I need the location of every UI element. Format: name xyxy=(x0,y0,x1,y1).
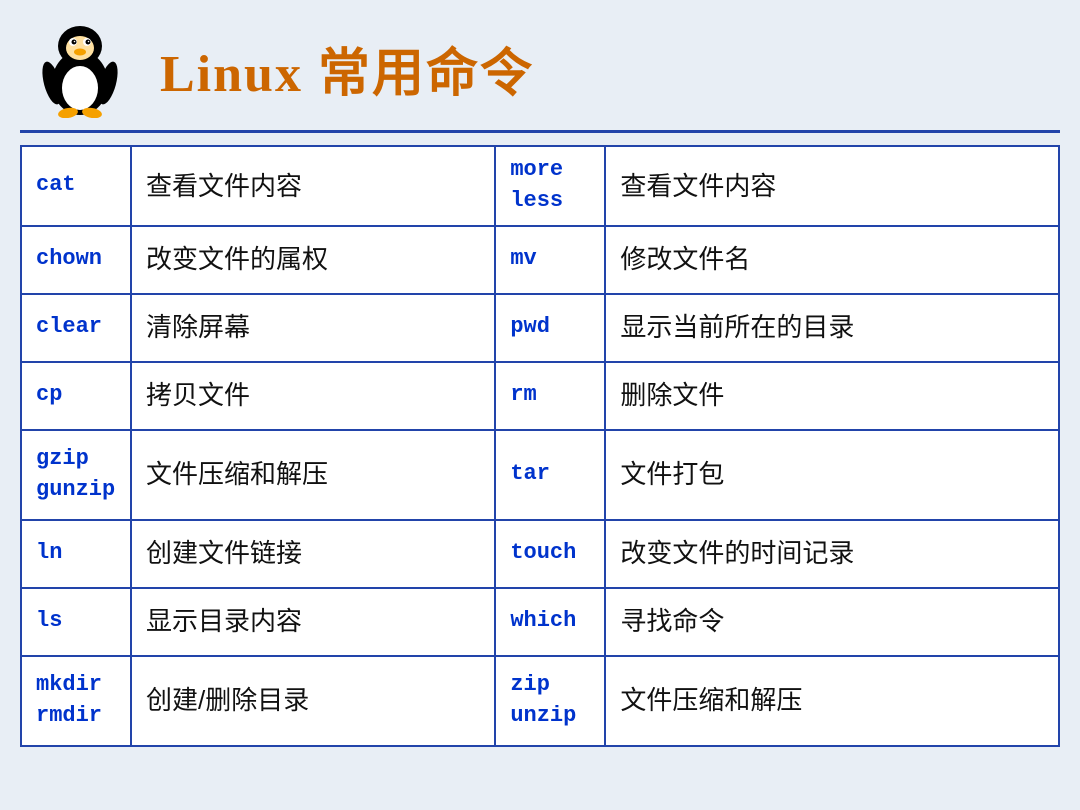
description-cell: 创建文件链接 xyxy=(131,520,495,588)
command-cell: zip unzip xyxy=(495,656,605,746)
description-cell: 查看文件内容 xyxy=(131,146,495,226)
command-cell: ls xyxy=(21,588,131,656)
description-cell: 寻找命令 xyxy=(605,588,1059,656)
description-cell: 修改文件名 xyxy=(605,226,1059,294)
table-row: cp拷贝文件rm删除文件 xyxy=(21,362,1059,430)
description-cell: 改变文件的时间记录 xyxy=(605,520,1059,588)
command-cell: more less xyxy=(495,146,605,226)
command-cell: which xyxy=(495,588,605,656)
command-cell: clear xyxy=(21,294,131,362)
command-cell: cat xyxy=(21,146,131,226)
command-cell: mv xyxy=(495,226,605,294)
command-cell: chown xyxy=(21,226,131,294)
description-cell: 拷贝文件 xyxy=(131,362,495,430)
command-cell: rm xyxy=(495,362,605,430)
command-cell: touch xyxy=(495,520,605,588)
table-row: ls显示目录内容which寻找命令 xyxy=(21,588,1059,656)
description-cell: 改变文件的属权 xyxy=(131,226,495,294)
page-title: Linux 常用命令 xyxy=(160,31,534,106)
commands-table: cat查看文件内容more less查看文件内容chown改变文件的属权mv修改… xyxy=(20,145,1060,747)
description-cell: 显示目录内容 xyxy=(131,588,495,656)
table-row: ln创建文件链接touch改变文件的时间记录 xyxy=(21,520,1059,588)
description-cell: 删除文件 xyxy=(605,362,1059,430)
command-cell: mkdir rmdir xyxy=(21,656,131,746)
command-cell: cp xyxy=(21,362,131,430)
description-cell: 文件压缩和解压 xyxy=(605,656,1059,746)
tux-logo xyxy=(30,18,140,118)
header: Linux 常用命令 xyxy=(0,0,1080,130)
page: Linux 常用命令 cat查看文件内容more less查看文件内容chown… xyxy=(0,0,1080,810)
table-row: gzip gunzip文件压缩和解压tar文件打包 xyxy=(21,430,1059,520)
command-cell: tar xyxy=(495,430,605,520)
command-cell: gzip gunzip xyxy=(21,430,131,520)
description-cell: 查看文件内容 xyxy=(605,146,1059,226)
description-cell: 创建/删除目录 xyxy=(131,656,495,746)
table-row: clear清除屏幕pwd显示当前所在的目录 xyxy=(21,294,1059,362)
description-cell: 显示当前所在的目录 xyxy=(605,294,1059,362)
table-row: cat查看文件内容more less查看文件内容 xyxy=(21,146,1059,226)
table-row: chown改变文件的属权mv修改文件名 xyxy=(21,226,1059,294)
description-cell: 文件压缩和解压 xyxy=(131,430,495,520)
header-divider xyxy=(20,130,1060,133)
command-cell: pwd xyxy=(495,294,605,362)
command-cell: ln xyxy=(21,520,131,588)
description-cell: 文件打包 xyxy=(605,430,1059,520)
description-cell: 清除屏幕 xyxy=(131,294,495,362)
commands-table-container: cat查看文件内容more less查看文件内容chown改变文件的属权mv修改… xyxy=(0,145,1080,810)
table-row: mkdir rmdir创建/删除目录zip unzip文件压缩和解压 xyxy=(21,656,1059,746)
